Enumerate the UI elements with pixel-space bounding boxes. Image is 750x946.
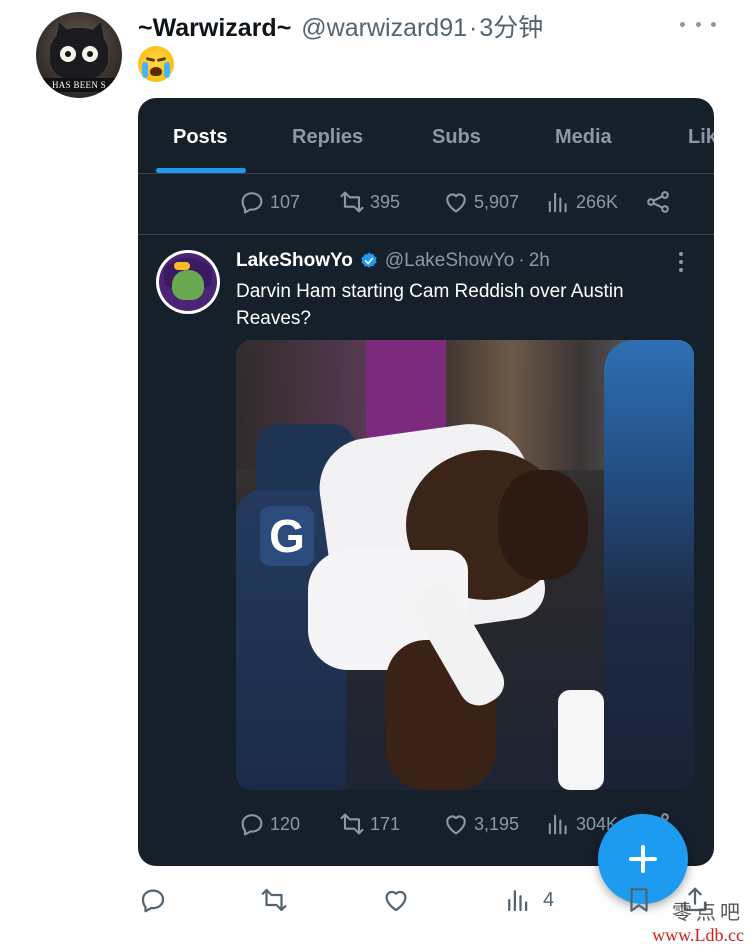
views-chart-icon [548,192,567,213]
like-button[interactable]: 3,195 [442,804,519,844]
views-chart-icon [508,890,528,912]
like-count: 3,195 [474,813,520,834]
repost-count: 171 [370,813,401,834]
like-button[interactable]: 5,907 [442,182,519,222]
reply-button[interactable]: 107 [238,182,300,222]
separator-dot: · [518,250,525,271]
quoted-tweet-text: Darvin Ham starting Cam Reddish over Aus… [236,281,624,329]
prev-tweet-actions: 107 395 5,907 266K [138,182,714,222]
tweet-header: ~Warwizard~ @warwizard91 · 3分钟 [138,8,543,42]
reply-button[interactable] [138,878,168,922]
lakeshowyo-avatar[interactable] [156,250,220,314]
author-handle[interactable]: @warwizard91 [301,14,467,43]
author-avatar[interactable]: HAS BEEN S [36,12,122,98]
tweet-media-photo[interactable]: G [236,340,694,790]
repost-count: 395 [370,191,401,212]
repost-icon [340,191,364,213]
reply-count: 120 [270,813,301,834]
reply-icon [141,889,165,913]
more-options-vertical-icon[interactable] [678,252,684,272]
quoted-author-name[interactable]: LakeShowYo [236,250,353,272]
repost-button[interactable]: 395 [338,182,400,222]
loudly-crying-face-emoji [138,46,174,82]
share-button[interactable] [644,182,676,222]
repost-icon [340,813,364,835]
tab-media[interactable]: Media [555,126,612,149]
reply-button[interactable]: 120 [238,804,300,844]
views-count: 4 [543,888,555,911]
profile-tabs: Posts Replies Subs Media Lik [138,98,714,174]
repost-icon [261,888,287,912]
heart-icon [446,193,466,213]
tab-likes[interactable]: Lik [688,126,714,149]
reply-icon [241,192,263,214]
verified-badge-icon [361,252,377,268]
timestamp[interactable]: 3分钟 [479,8,543,44]
tab-subs[interactable]: Subs [432,126,481,149]
tab-replies[interactable]: Replies [292,126,363,149]
gatorade-logo: G [260,506,314,566]
share-icon [647,191,669,213]
like-count: 5,907 [474,191,520,212]
tab-posts[interactable]: Posts [173,126,227,149]
divider [138,234,714,235]
heart-icon [446,815,466,835]
watermark-url: www.Ldb.cc [652,925,744,945]
reply-icon [241,814,263,836]
like-button[interactable] [381,878,411,922]
repost-button[interactable]: 171 [338,804,400,844]
quoted-timestamp[interactable]: 2h [529,250,550,272]
more-options-icon[interactable] [680,14,716,34]
cat-eye [60,46,76,62]
heart-icon [385,890,407,912]
cat-eye [82,46,98,62]
cat-head [50,28,108,80]
separator-dot: · [469,14,478,42]
views-button[interactable]: 266K [544,182,618,222]
author-name[interactable]: ~Warwizard~ [138,14,291,43]
avatar-caption: HAS BEEN S [36,78,122,92]
site-watermark: 零点吧 www.Ldb.cc [628,896,750,946]
watermark-chinese-text: 零点吧 [672,900,744,924]
reply-count: 107 [270,191,301,212]
quoted-author-handle[interactable]: @LakeShowYo [385,250,515,272]
repost-button[interactable] [259,878,289,922]
active-tab-indicator [156,168,246,173]
views-chart-icon [548,814,567,835]
quoted-tweet-header: LakeShowYo @LakeShowYo · 2h [236,248,550,274]
views-count: 266K [576,191,619,212]
views-button[interactable]: 4 [503,878,554,922]
attached-screenshot[interactable]: Posts Replies Subs Media Lik 107 395 5,9… [138,98,714,866]
